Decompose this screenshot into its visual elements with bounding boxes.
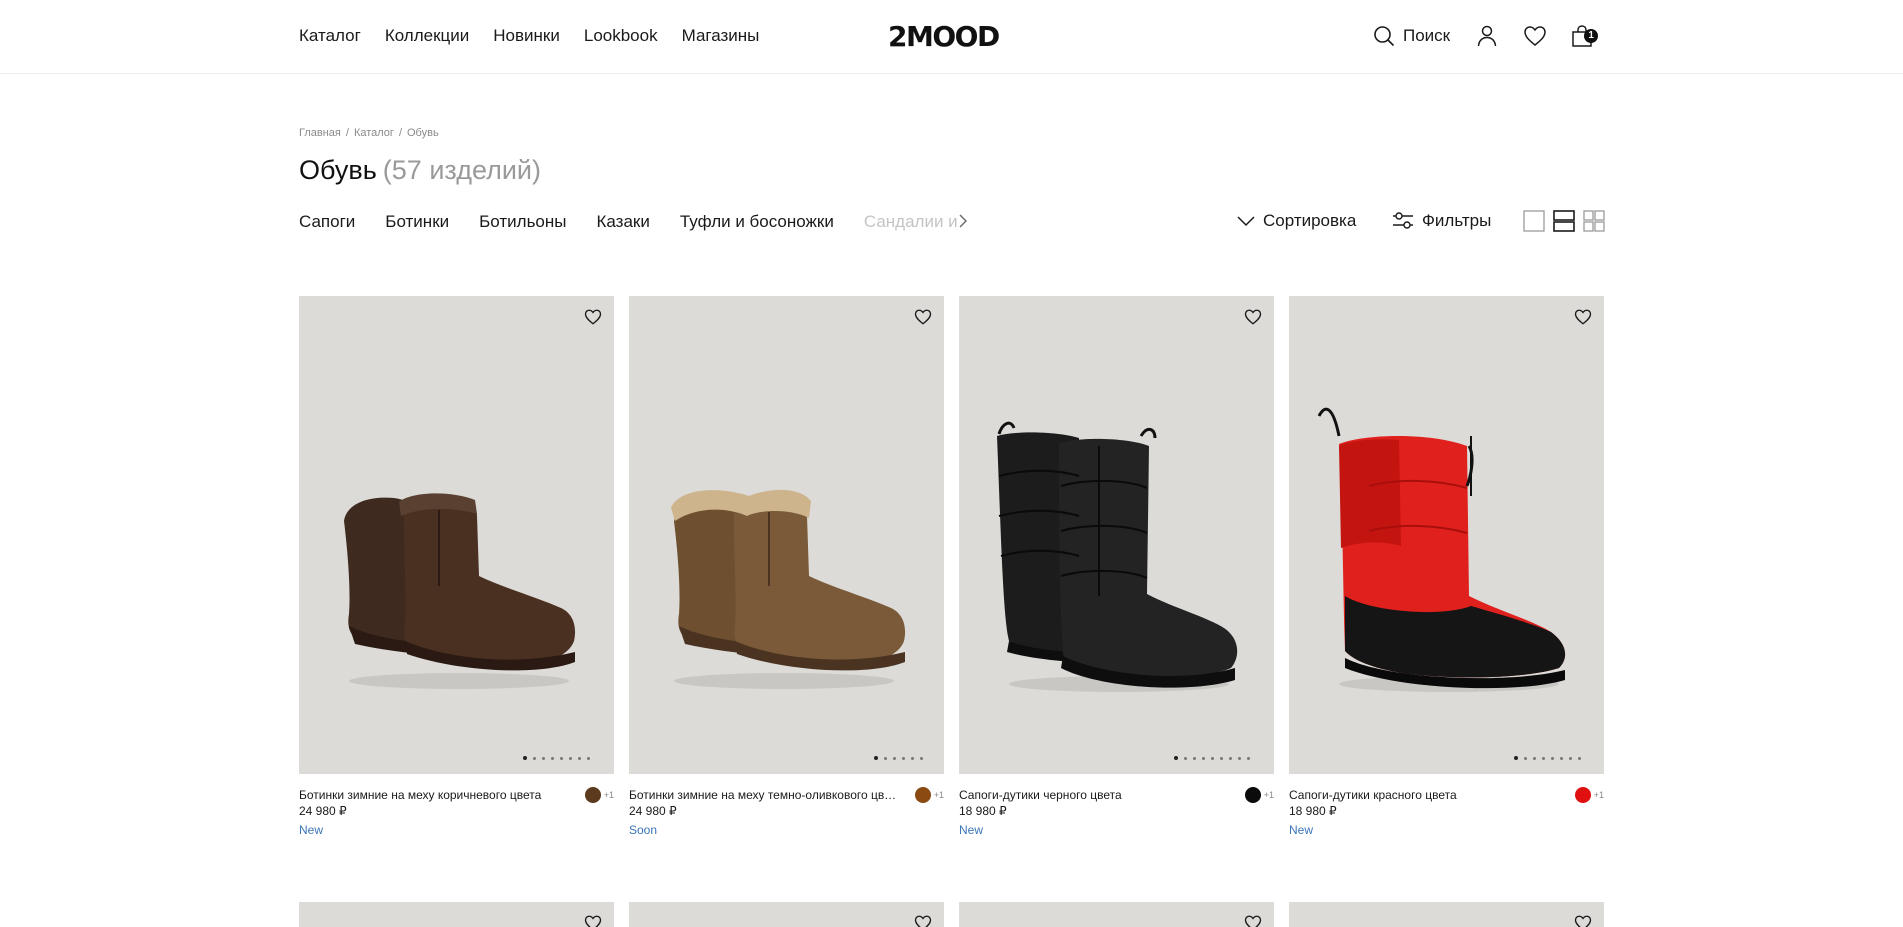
- boot-image: [997, 421, 1238, 692]
- nav-lookbook[interactable]: Lookbook: [584, 26, 658, 46]
- site-header: Каталог Коллекции Новинки Lookbook Магаз…: [0, 0, 1903, 74]
- more-colors-count[interactable]: +1: [1594, 787, 1604, 803]
- chevron-down-icon: [1237, 216, 1255, 227]
- boot-image: [671, 489, 906, 689]
- view-switcher: [1523, 210, 1605, 232]
- header-actions: Поиск 1: [1373, 24, 1599, 48]
- product-card[interactable]: [1289, 902, 1604, 927]
- product-name[interactable]: Ботинки зимние на меху коричневого цвета: [299, 787, 569, 803]
- heart-icon[interactable]: [1244, 914, 1262, 927]
- search-icon: [1374, 26, 1395, 47]
- product-name[interactable]: Ботинки зимние на меху темно-оливкового …: [629, 787, 899, 803]
- product-badge: Soon: [629, 823, 658, 837]
- product-badge: New: [959, 823, 984, 837]
- breadcrumb-separator: /: [398, 127, 402, 139]
- color-swatches: +1: [914, 787, 944, 803]
- view-double-icon[interactable]: [1553, 210, 1575, 232]
- product-price: 18 980 ₽: [959, 804, 1007, 818]
- image-carousel-dots[interactable]: [1514, 756, 1581, 760]
- product-card[interactable]: [959, 902, 1274, 927]
- category-tabs: Сапоги Ботинки Ботильоны Казаки Туфли и …: [299, 212, 958, 232]
- nav-collections[interactable]: Коллекции: [385, 26, 469, 46]
- sort-label: Сортировка: [1263, 211, 1357, 230]
- color-swatch[interactable]: [914, 787, 931, 803]
- sort-button[interactable]: Сортировка: [1237, 211, 1356, 231]
- heart-icon[interactable]: [914, 308, 932, 326]
- breadcrumb-separator: /: [345, 127, 349, 139]
- search-label: Поиск: [1403, 26, 1451, 45]
- boot-image: [344, 493, 576, 689]
- nav-catalog[interactable]: Каталог: [299, 26, 361, 46]
- color-swatches: +1: [1244, 787, 1274, 803]
- heart-icon[interactable]: [1574, 308, 1592, 326]
- breadcrumb-home[interactable]: Главная: [299, 127, 341, 139]
- color-swatches: +1: [584, 787, 614, 803]
- color-swatch[interactable]: [584, 787, 601, 803]
- breadcrumb: Главная / Каталог / Обувь: [299, 127, 439, 139]
- heart-icon[interactable]: [584, 308, 602, 326]
- product-name[interactable]: Сапоги-дутики красного цвета: [1289, 787, 1559, 803]
- product-image[interactable]: [299, 296, 614, 774]
- heart-icon[interactable]: [1244, 308, 1262, 326]
- brand-logo[interactable]: 2MOOD: [888, 20, 1000, 53]
- breadcrumb-current: Обувь: [407, 127, 439, 139]
- category-shoes-sandals[interactable]: Туфли и босоножки: [680, 212, 834, 232]
- color-swatch[interactable]: [1244, 787, 1261, 803]
- page-title-text: Обувь: [299, 155, 377, 185]
- more-colors-count[interactable]: +1: [1264, 787, 1274, 803]
- product-info: Ботинки зимние на меху темно-оливкового …: [629, 787, 944, 838]
- color-swatch[interactable]: [1574, 787, 1591, 803]
- color-swatches: +1: [1574, 787, 1604, 803]
- product-image[interactable]: [629, 296, 944, 774]
- heart-icon[interactable]: [584, 914, 602, 927]
- heart-icon[interactable]: [914, 914, 932, 927]
- filters-label: Фильтры: [1422, 211, 1492, 230]
- product-info: Сапоги-дутики черного цвета 18 980 ₽ New…: [959, 787, 1274, 838]
- product-price: 18 980 ₽: [1289, 804, 1337, 818]
- image-carousel-dots[interactable]: [1174, 756, 1250, 760]
- page-title: Обувь (57 изделий): [299, 155, 541, 186]
- product-price: 24 980 ₽: [629, 804, 677, 818]
- product-badge: New: [1289, 823, 1314, 837]
- product-card[interactable]: Ботинки зимние на меху коричневого цвета…: [299, 296, 614, 838]
- boot-image: [1317, 407, 1566, 692]
- cart-count-badge: 1: [1584, 29, 1599, 43]
- view-single-icon[interactable]: [1523, 210, 1545, 232]
- image-carousel-dots[interactable]: [874, 756, 923, 760]
- cart-button[interactable]: 1: [1571, 24, 1599, 48]
- filters-button[interactable]: Фильтры: [1392, 211, 1491, 231]
- sliders-icon: [1393, 212, 1413, 229]
- product-info: Ботинки зимние на меху коричневого цвета…: [299, 787, 614, 838]
- category-boots-tall[interactable]: Сапоги: [299, 212, 355, 232]
- product-price: 24 980 ₽: [299, 804, 347, 818]
- category-sandals[interactable]: Сандалии и: [864, 212, 958, 232]
- product-info: Сапоги-дутики красного цвета 18 980 ₽ Ne…: [1289, 787, 1604, 838]
- view-grid-icon[interactable]: [1583, 210, 1605, 232]
- product-card[interactable]: [299, 902, 614, 927]
- product-image[interactable]: [1289, 296, 1604, 774]
- more-colors-count[interactable]: +1: [934, 787, 944, 803]
- heart-icon[interactable]: [1523, 24, 1547, 48]
- category-cowboy-boots[interactable]: Казаки: [596, 212, 649, 232]
- product-card[interactable]: Ботинки зимние на меху темно-оливкового …: [629, 296, 944, 838]
- nav-new[interactable]: Новинки: [493, 26, 560, 46]
- nav-stores[interactable]: Магазины: [682, 26, 760, 46]
- product-image[interactable]: [959, 296, 1274, 774]
- image-carousel-dots[interactable]: [523, 756, 590, 760]
- product-name[interactable]: Сапоги-дутики черного цвета: [959, 787, 1229, 803]
- user-icon[interactable]: [1475, 24, 1499, 48]
- more-colors-count[interactable]: +1: [604, 787, 614, 803]
- category-ankle-boots[interactable]: Ботильоны: [479, 212, 566, 232]
- category-boots[interactable]: Ботинки: [385, 212, 449, 232]
- search-button[interactable]: Поиск: [1373, 25, 1450, 47]
- chevron-right-icon[interactable]: [955, 213, 971, 229]
- product-card[interactable]: Сапоги-дутики красного цвета 18 980 ₽ Ne…: [1289, 296, 1604, 838]
- breadcrumb-catalog[interactable]: Каталог: [354, 127, 394, 139]
- main-nav: Каталог Коллекции Новинки Lookbook Магаз…: [299, 26, 759, 46]
- product-card[interactable]: [629, 902, 944, 927]
- product-count: (57 изделий): [382, 155, 541, 185]
- heart-icon[interactable]: [1574, 914, 1592, 927]
- product-badge: New: [299, 823, 324, 837]
- product-card[interactable]: Сапоги-дутики черного цвета 18 980 ₽ New…: [959, 296, 1274, 838]
